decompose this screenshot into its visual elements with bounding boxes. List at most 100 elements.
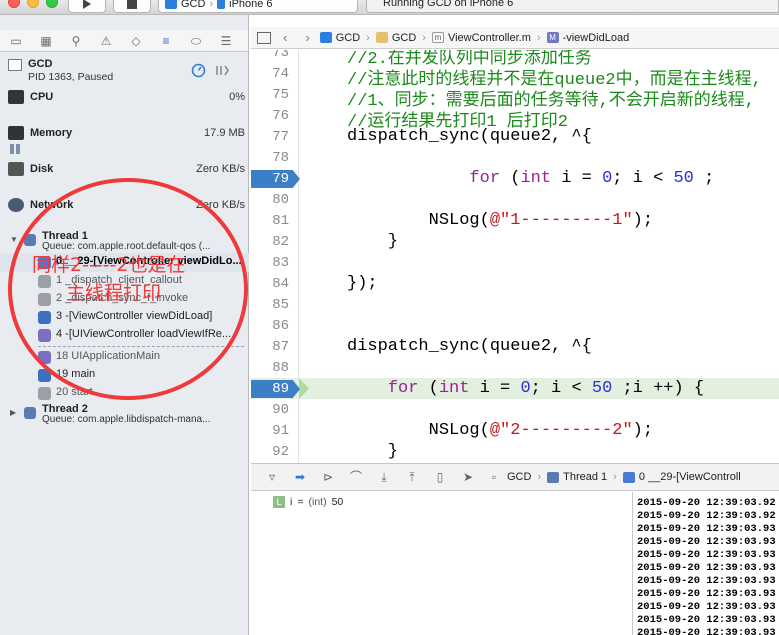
line-number: 82 [272, 234, 289, 250]
process-info: PID 1363, Paused [28, 71, 114, 83]
debug-crumb-frame[interactable]: 0 __29-[ViewControll [639, 471, 741, 483]
step-over-icon[interactable]: ⌒ [349, 471, 363, 483]
breadcrumb-label: GCD [391, 31, 417, 44]
iphone-icon [217, 0, 226, 9]
view-process-options-icon[interactable] [215, 63, 230, 78]
code-line: 84 }); [251, 273, 779, 294]
variable-type: (int) [308, 496, 327, 508]
debug-crumb-process[interactable]: GCD [507, 471, 531, 483]
symbol-navigator-icon[interactable]: ▦ [38, 34, 54, 48]
line-number: 79 [272, 171, 289, 187]
debug-navigator-icon[interactable]: ≡ [158, 34, 174, 48]
process-name: GCD [28, 58, 53, 70]
console-line: 2015-09-20 12:39:03.93 [637, 627, 776, 635]
console-line: 2015-09-20 12:39:03.93 [637, 601, 776, 613]
code-text: } [347, 442, 399, 461]
chevron-right-icon: › [536, 31, 541, 44]
issue-warning-icon[interactable]: ⚠ [98, 34, 114, 48]
debug-gauges-icon[interactable] [191, 63, 206, 78]
code-line: 91 NSLog(@"2---------2"); [251, 420, 779, 441]
variable-name: i [290, 496, 293, 508]
disk-value: Zero KB/s [196, 163, 245, 175]
process-row[interactable]: GCD PID 1363, Paused [0, 53, 249, 89]
breadcrumb-method[interactable]: M -viewDidLoad [546, 31, 630, 44]
local-variable-badge: L [273, 496, 285, 508]
chevron-right-icon: › [366, 31, 370, 44]
related-items-grid-icon[interactable] [257, 31, 271, 44]
debug-crumb-thread[interactable]: Thread 1 [563, 471, 607, 483]
console-output[interactable]: 2015-09-20 12:39:03.92 2015-09-20 12:39:… [634, 492, 779, 635]
test-diamond-icon[interactable]: ◇ [128, 34, 144, 48]
code-text: NSLog(@"2---------2"); [347, 421, 654, 440]
cpu-gauge[interactable]: CPU 0% [0, 88, 249, 124]
console-line: 2015-09-20 12:39:03.93 [637, 614, 776, 626]
console-line: 2015-09-20 12:39:03.93 [637, 523, 776, 535]
cpu-chip-icon [8, 90, 24, 104]
system-frame-icon [38, 387, 51, 400]
view-hierarchy-icon[interactable]: ▯ [433, 471, 447, 483]
code-text: for (int i = 0; i < 50 ;i ++) { [387, 379, 705, 398]
program-counter-arrow[interactable] [299, 378, 309, 399]
line-number: 89 [272, 381, 289, 397]
source-editor[interactable]: 73 //2.在并发队列中同步添加任务 74 //注意此时的线程并不是在queu… [251, 50, 779, 463]
hide-debug-area-icon[interactable]: ▿ [265, 471, 279, 483]
step-out-icon[interactable]: ⤒ [405, 471, 419, 483]
disk-label: Disk [30, 163, 54, 175]
window-toolbar: GCD › iPhone 6 Running GCD on iPhone 6 [0, 0, 779, 15]
zoom-window-button[interactable] [46, 0, 58, 8]
run-button[interactable] [68, 0, 106, 13]
scheme-selector[interactable]: GCD › iPhone 6 [158, 0, 358, 13]
variables-view[interactable]: L i = (int) 50 [251, 492, 633, 635]
annotation-text: 主线程打印 [66, 282, 162, 304]
breadcrumb-group[interactable]: GCD [375, 31, 417, 44]
breadcrumb-project[interactable]: GCD [319, 32, 360, 44]
breakpoints-toggle-icon[interactable]: ➡ [293, 471, 307, 483]
breakpoint-navigator-icon[interactable]: ⬭ [188, 34, 204, 48]
disclosure-open-icon[interactable]: ▼ [10, 235, 18, 244]
line-number: 78 [272, 150, 289, 166]
editor-jump-bar: ‹ › GCD › GCD › m ViewController.m › M -… [251, 27, 779, 49]
activity-status-text: Running GCD on iPhone 6 [383, 0, 514, 9]
current-instruction-line: 89 for (int i = 0; i < 50 ;i ++) { [251, 378, 779, 399]
console-line: 2015-09-20 12:39:03.92 [637, 497, 776, 509]
location-icon[interactable]: ➤ [461, 471, 475, 483]
play-icon [83, 0, 91, 9]
memory-label: Memory [30, 127, 73, 139]
code-text: }); [347, 274, 378, 293]
process-app-icon [8, 59, 22, 71]
step-into-icon[interactable]: ⤓ [377, 471, 391, 483]
thread-icon [24, 407, 36, 419]
minimize-window-button[interactable] [27, 0, 39, 8]
code-line: 75 //1、同步：需要后面的任务等待,不会开启新的线程, [251, 84, 779, 111]
console-line: 2015-09-20 12:39:03.93 [637, 588, 776, 600]
annotation-text: 同样2-----2也是在 [32, 254, 186, 276]
breadcrumb-file[interactable]: m ViewController.m [431, 32, 531, 44]
breadcrumb-label: -viewDidLoad [562, 31, 630, 44]
scheme-device-label: iPhone 6 [229, 0, 273, 10]
console-line: 2015-09-20 12:39:03.93 [637, 536, 776, 548]
memory-usage-bar [16, 144, 20, 154]
line-number: 86 [272, 318, 289, 334]
memory-gauge[interactable]: Memory 17.9 MB [0, 124, 249, 160]
method-icon: M [546, 32, 559, 43]
cpu-label: CPU [30, 91, 54, 103]
line-number: 73 [272, 50, 289, 61]
report-navigator-icon[interactable]: ☰ [218, 34, 234, 48]
folder-icon[interactable]: ▭ [8, 34, 24, 48]
chevron-right-icon: › [537, 471, 542, 483]
code-text: } [347, 232, 399, 251]
close-window-button[interactable] [8, 0, 20, 8]
project-icon [319, 32, 332, 43]
forward-arrow-icon[interactable]: › [305, 30, 309, 45]
code-line: 86 [251, 315, 779, 336]
search-icon[interactable]: ⚲ [68, 34, 84, 48]
line-number: 91 [272, 423, 289, 439]
disclosure-closed-icon[interactable]: ▶ [10, 408, 16, 417]
continue-icon[interactable]: ⊳ [321, 471, 335, 483]
thread-row[interactable]: ▶ Thread 2 Queue: com.apple.libdispatch-… [0, 403, 249, 425]
variable-row[interactable]: L i = (int) 50 [273, 496, 343, 508]
back-arrow-icon[interactable]: ‹ [283, 30, 287, 45]
stop-button[interactable] [113, 0, 151, 13]
line-number: 85 [272, 297, 289, 313]
code-text: dispatch_sync(queue2, ^{ [347, 337, 592, 356]
